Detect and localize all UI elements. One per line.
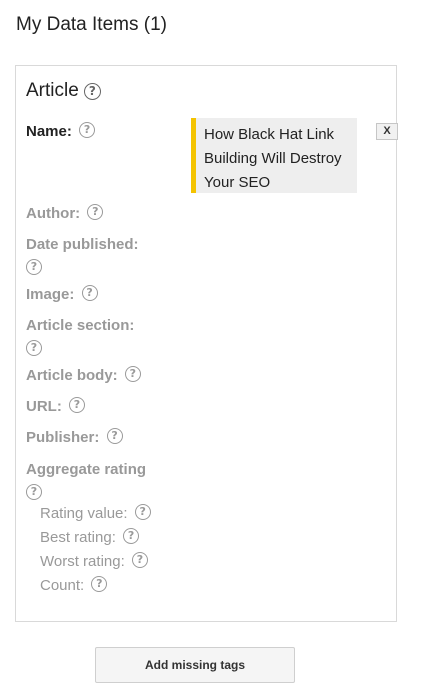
- property-label: Date published:: [26, 236, 139, 253]
- property-url: URL: ?: [26, 396, 85, 418]
- help-icon[interactable]: ?: [26, 484, 42, 501]
- property-rating-value: Rating value: ?: [40, 503, 151, 525]
- property-name: Name: ?: [26, 121, 96, 143]
- help-icon[interactable]: ?: [106, 428, 123, 445]
- property-label: Article section:: [26, 317, 135, 334]
- remove-value-button[interactable]: X: [376, 123, 398, 140]
- property-label: Image:: [26, 286, 75, 303]
- help-icon[interactable]: ?: [83, 82, 101, 100]
- property-label: Author:: [26, 205, 81, 222]
- property-article-section: Article section: ?: [26, 315, 166, 359]
- property-publisher: Publisher: ?: [26, 427, 123, 449]
- help-icon[interactable]: ?: [123, 528, 140, 545]
- help-icon[interactable]: ?: [134, 504, 151, 521]
- property-image: Image: ?: [26, 284, 98, 306]
- property-author: Author: ?: [26, 203, 104, 225]
- property-article-body: Article body: ?: [26, 365, 141, 387]
- help-icon[interactable]: ?: [79, 122, 96, 139]
- property-label: URL:: [26, 398, 62, 415]
- help-icon[interactable]: ?: [131, 552, 148, 569]
- property-label: Rating value:: [40, 505, 128, 522]
- name-value[interactable]: How Black Hat Link Building Will Destroy…: [191, 118, 357, 193]
- help-icon[interactable]: ?: [26, 340, 42, 357]
- property-label: Publisher:: [26, 429, 100, 446]
- item-type-label: Article: [26, 80, 79, 101]
- add-missing-tags-button[interactable]: Add missing tags: [95, 647, 295, 683]
- help-icon[interactable]: ?: [124, 366, 141, 383]
- page-title: My Data Items (1): [16, 14, 167, 35]
- property-date-published: Date published: ?: [26, 234, 166, 278]
- help-icon[interactable]: ?: [87, 204, 104, 221]
- property-count: Count: ?: [40, 575, 108, 597]
- item-type-heading: Article ?: [26, 80, 101, 102]
- property-label: Worst rating:: [40, 553, 125, 570]
- name-value-text: How Black Hat Link Building Will Destroy…: [204, 126, 342, 191]
- help-icon[interactable]: ?: [91, 576, 108, 593]
- property-label: Best rating:: [40, 529, 116, 546]
- property-label: Name:: [26, 123, 72, 140]
- property-best-rating: Best rating: ?: [40, 527, 140, 549]
- help-icon[interactable]: ?: [26, 259, 42, 276]
- property-worst-rating: Worst rating: ?: [40, 551, 148, 573]
- help-icon[interactable]: ?: [69, 397, 85, 414]
- property-aggregate-rating: Aggregate rating ?: [26, 459, 166, 503]
- property-label: Count:: [40, 577, 85, 594]
- property-label: Article body:: [26, 367, 118, 384]
- data-item-panel: Article ? Name: ? How Black Hat Link Bui…: [15, 65, 398, 622]
- help-icon[interactable]: ?: [81, 285, 98, 302]
- property-label: Aggregate rating: [26, 461, 147, 478]
